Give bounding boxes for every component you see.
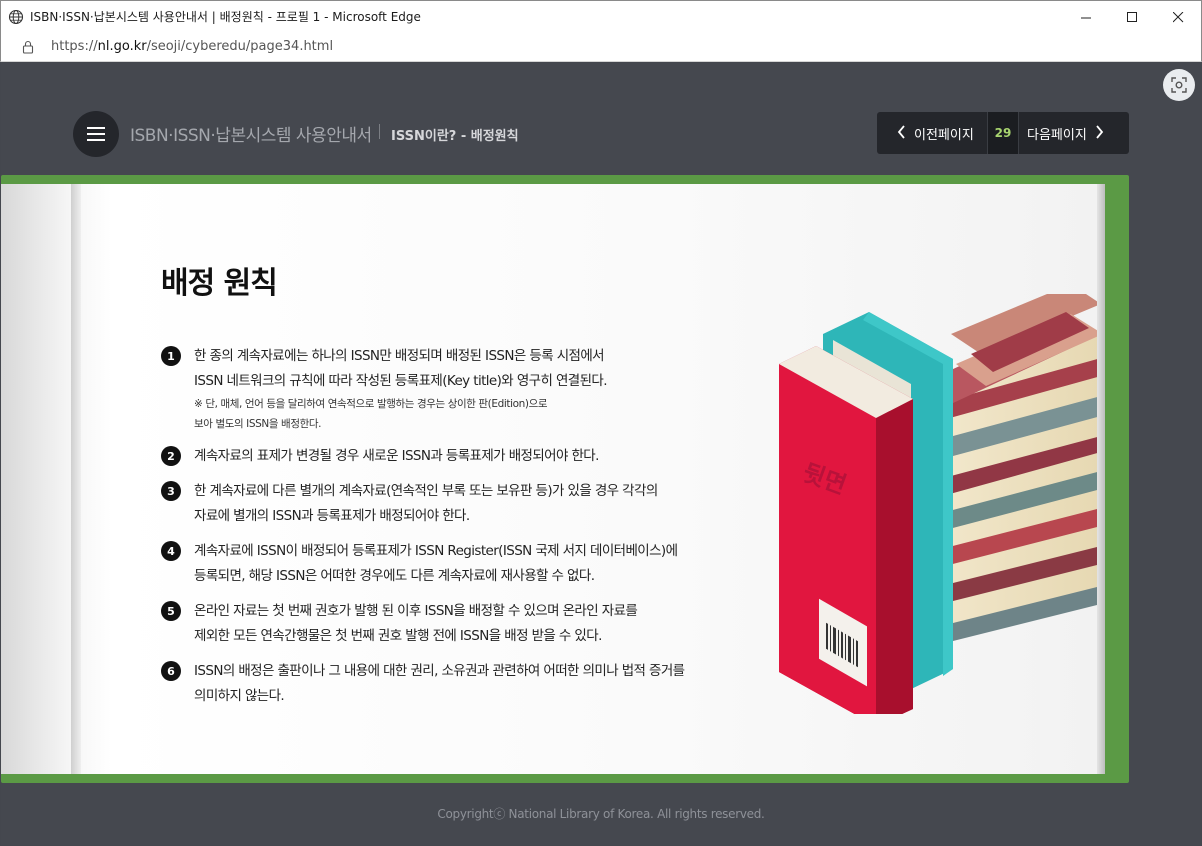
item-text: 계속자료의 표제가 변경될 경우 새로운 ISSN과 등록표제가 배정되어야 한… bbox=[194, 448, 599, 464]
globe-icon bbox=[8, 9, 24, 24]
number-badge: 3 bbox=[161, 481, 181, 501]
hamburger-icon bbox=[87, 127, 105, 129]
number-badge: 4 bbox=[161, 541, 181, 561]
scan-icon bbox=[1171, 77, 1187, 93]
item-text: ISSN의 배정은 출판이나 그 내용에 대한 권리, 소유권과 관련하여 어떠… bbox=[194, 663, 685, 679]
maximize-button[interactable] bbox=[1109, 1, 1155, 33]
web-page: ISBN·ISSN·납본시스템 사용안내서 ISSN이란? - 배정원칙 이전페… bbox=[1, 63, 1201, 845]
number-badge: 2 bbox=[161, 446, 181, 466]
menu-button[interactable] bbox=[73, 111, 119, 157]
item-text: 제외한 모든 연속간행물은 첫 번째 권호 발행 전에 ISSN을 배정 받을 … bbox=[194, 628, 602, 644]
window-titlebar: ISBN·ISSN·납본시스템 사용안내서 | 배정원칙 - 프로필 1 - M… bbox=[0, 0, 1202, 32]
site-title: ISBN·ISSN·납본시스템 사용안내서 bbox=[130, 126, 372, 146]
red-book: 뒷면 bbox=[779, 346, 913, 714]
chevron-right-icon bbox=[1095, 124, 1104, 143]
close-icon bbox=[1172, 11, 1183, 22]
title-divider bbox=[379, 124, 380, 139]
list-item: 4 계속자료에 ISSN이 배정되어 등록표제가 ISSN Register(IS… bbox=[161, 539, 741, 589]
list-item: 3 한 계속자료에 다른 별개의 계속자료(연속적인 부록 또는 보유판 등)가 … bbox=[161, 479, 741, 529]
prev-page-label: 이전페이지 bbox=[914, 127, 974, 143]
books-illustration: 뒷면 bbox=[779, 294, 1103, 714]
next-page-label: 다음페이지 bbox=[1027, 127, 1087, 143]
visual-search-button[interactable] bbox=[1163, 69, 1195, 101]
item-text: 온라인 자료는 첫 번째 권호가 발행 된 이후 ISSN을 배정할 수 있으며… bbox=[194, 603, 638, 619]
item-note: ※ 단, 매체, 언어 등을 달리하여 연속적으로 발행하는 경우는 상이한 판… bbox=[194, 398, 548, 410]
item-text: 계속자료에 ISSN이 배정되어 등록표제가 ISSN Register(ISS… bbox=[194, 543, 678, 559]
list-item: 5 온라인 자료는 첫 번째 권호가 발행 된 이후 ISSN을 배정할 수 있으… bbox=[161, 599, 741, 649]
book-page: 배정 원칙 1 한 종의 계속자료에는 하나의 ISSN만 배정되며 배정된 IS… bbox=[1, 184, 1105, 774]
chevron-left-icon bbox=[897, 124, 906, 143]
item-text: 한 종의 계속자료에는 하나의 ISSN만 배정되며 배정된 ISSN은 등록 … bbox=[194, 348, 605, 364]
address-bar[interactable]: https://nl.go.kr/seoji/cyberedu/page34.h… bbox=[0, 32, 1202, 62]
page-navigation: 이전페이지 29 다음페이지 bbox=[877, 112, 1129, 154]
minimize-button[interactable] bbox=[1063, 1, 1109, 33]
principles-list: 1 한 종의 계속자료에는 하나의 ISSN만 배정되며 배정된 ISSN은 등록… bbox=[161, 344, 741, 719]
item-text: 의미하지 않는다. bbox=[194, 688, 285, 704]
close-button[interactable] bbox=[1155, 1, 1201, 33]
footer-copyright: Copyrightⓒ National Library of Korea. Al… bbox=[437, 807, 765, 821]
item-note: 보아 별도의 ISSN을 배정한다. bbox=[194, 418, 322, 430]
list-item: 2 계속자료의 표제가 변경될 경우 새로운 ISSN과 등록표제가 배정되어야 … bbox=[161, 444, 741, 469]
number-badge: 1 bbox=[161, 346, 181, 366]
list-item: 6 ISSN의 배정은 출판이나 그 내용에 대한 권리, 소유권과 관련하여 어… bbox=[161, 659, 741, 709]
book-spine bbox=[71, 184, 81, 774]
page-heading: 배정 원칙 bbox=[161, 266, 278, 301]
page-number: 29 bbox=[987, 112, 1019, 154]
section-title: ISSN이란? - 배정원칙 bbox=[391, 129, 519, 144]
item-text: 자료에 별개의 ISSN과 등록표제가 배정되어야 한다. bbox=[194, 508, 470, 524]
minimize-icon bbox=[1080, 17, 1091, 18]
item-text: ISSN 네트워크의 규칙에 따라 작성된 등록표제(Key title)와 영… bbox=[194, 373, 608, 389]
page-edge bbox=[1097, 184, 1105, 774]
number-badge: 6 bbox=[161, 661, 181, 681]
prev-page-button[interactable]: 이전페이지 bbox=[877, 112, 987, 154]
item-text: 한 계속자료에 다른 별개의 계속자료(연속적인 부록 또는 보유판 등)가 있… bbox=[194, 483, 658, 499]
url-text[interactable]: https://nl.go.kr/seoji/cyberedu/page34.h… bbox=[51, 39, 333, 54]
maximize-icon bbox=[1126, 11, 1137, 22]
window-title: ISBN·ISSN·납본시스템 사용안내서 | 배정원칙 - 프로필 1 - M… bbox=[30, 10, 421, 24]
lock-icon bbox=[22, 40, 34, 54]
next-page-button[interactable]: 다음페이지 bbox=[1019, 112, 1129, 154]
list-item: 1 한 종의 계속자료에는 하나의 ISSN만 배정되며 배정된 ISSN은 등록… bbox=[161, 344, 741, 434]
number-badge: 5 bbox=[161, 601, 181, 621]
item-text: 등록되면, 해당 ISSN은 어떠한 경우에도 다른 계속자료에 재사용할 수 … bbox=[194, 568, 595, 584]
